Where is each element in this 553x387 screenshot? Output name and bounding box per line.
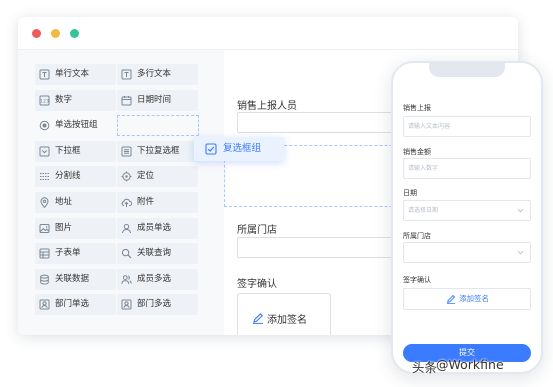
palette-item-member-single[interactable]: 成员单选: [117, 217, 198, 239]
palette-item-number[interactable]: 123 数字: [35, 89, 116, 111]
locate-icon: [121, 171, 132, 182]
dragging-field-checkbox-group[interactable]: 复选框组: [194, 137, 284, 161]
palette-item-label: 下拉复选框: [137, 145, 180, 156]
palette-item-divider[interactable]: 分割线: [35, 166, 116, 188]
mobile-label-sales-amount: 销售金额: [403, 148, 431, 156]
mobile-label-signature: 签字确认: [403, 276, 431, 284]
palette-item-label: 子表单: [55, 248, 81, 259]
palette-item-single-line-text[interactable]: 单行文本: [35, 64, 116, 85]
palette-item-label: 成员多选: [137, 273, 172, 284]
add-signature-button[interactable]: 添加签名: [237, 293, 331, 335]
text-box-icon: [121, 69, 132, 80]
mobile-date-placeholder: 请选择日期: [408, 207, 439, 214]
field-label-store: 所属门店: [237, 225, 277, 236]
palette-item-address[interactable]: 地址: [35, 192, 116, 213]
close-window-button[interactable]: [32, 29, 41, 38]
mobile-label-date: 日期: [403, 189, 417, 197]
calendar-icon: [121, 95, 132, 106]
pen-icon: [253, 313, 263, 324]
user-icon: [122, 223, 131, 233]
mobile-sales-report-input[interactable]: 请输入文本内容: [403, 116, 531, 137]
mobile-label-store: 所属门店: [403, 232, 431, 240]
mobile-preview: 销售上报 请输入文本内容 销售金额 请输入数字 日期 请选择日期 所属门店 签字…: [391, 61, 543, 374]
checkbox-icon: [205, 143, 217, 155]
radio-icon: [39, 120, 50, 131]
palette-item-radio-group[interactable]: 单选按钮组: [35, 115, 116, 136]
palette-item-label: 部门多选: [137, 299, 172, 310]
minimize-window-button[interactable]: [51, 29, 60, 38]
palette-item-dept-single[interactable]: 部门单选: [35, 294, 116, 316]
chevron-down-icon: [517, 208, 524, 213]
palette-item-dropdown[interactable]: 下拉框: [35, 140, 116, 162]
palette-item-subform[interactable]: 子表单: [35, 243, 116, 265]
mobile-label-sales-report: 销售上报: [403, 104, 431, 112]
palette-item-attachment[interactable]: 附件: [117, 192, 198, 213]
field-palette: 单行文本 多行文本 123 数字 日期时间单选按钮组下拉框 下拉复选框分割线 定位地址 附件图…: [18, 50, 224, 335]
palette-item-label: 单行文本: [55, 69, 90, 79]
palette-item-label: 关联查询: [137, 248, 172, 259]
field-label-sales-reporter: 销售上报人员: [237, 101, 297, 112]
mobile-add-signature-button[interactable]: 添加签名: [403, 288, 531, 310]
palette-item-label: 部门单选: [55, 299, 90, 310]
number-icon: 123: [39, 95, 50, 106]
palette-item-linked-data[interactable]: 关联数据: [35, 268, 116, 290]
link-search-icon: [121, 249, 132, 259]
database-icon: [40, 274, 49, 285]
palette-item-label: 多行文本: [137, 69, 172, 79]
mobile-sales-report-placeholder: 请输入文本内容: [408, 123, 451, 130]
cloud-upload-icon: [121, 198, 132, 207]
palette-empty-slot: [117, 115, 199, 137]
maximize-window-button[interactable]: [70, 29, 79, 38]
watermark: 头条 @Workfine: [412, 357, 504, 375]
palette-item-dropdown-multi[interactable]: 下拉复选框: [117, 140, 198, 162]
users-icon: [121, 274, 132, 284]
palette-item-label: 地址: [55, 197, 73, 207]
window-titlebar: [18, 17, 518, 50]
mobile-store-select[interactable]: [403, 242, 531, 263]
chevron-down-icon: [517, 250, 524, 255]
mobile-add-signature-label: 添加签名: [459, 294, 489, 303]
mobile-sales-amount-placeholder: 请输入数字: [408, 165, 439, 172]
field-label-signature: 签字确认: [237, 279, 277, 290]
add-signature-label: 添加签名: [267, 315, 307, 326]
phone-notch: [429, 63, 505, 77]
list-icon: [121, 146, 132, 157]
department-icon: [39, 299, 50, 310]
palette-item-dept-multi[interactable]: 部门多选: [117, 294, 198, 316]
palette-item-label: 日期时间: [137, 94, 172, 105]
palette-item-label: 关联数据: [55, 273, 90, 284]
image-icon: [39, 223, 50, 233]
palette-item-label: 分割线: [55, 171, 81, 182]
palette-item-multi-line-text[interactable]: 多行文本: [117, 64, 198, 85]
svg-text:123: 123: [40, 98, 49, 104]
palette-item-label: 附件: [137, 197, 155, 207]
palette-item-location[interactable]: 定位: [117, 166, 198, 188]
palette-item-label: 单选按钮组: [55, 120, 98, 131]
palette-item-linked-query[interactable]: 关联查询: [117, 243, 198, 265]
palette-item-label: 定位: [137, 171, 155, 182]
map-pin-icon: [40, 197, 49, 208]
palette-item-image[interactable]: 图片: [35, 217, 116, 239]
palette-item-label: 成员单选: [137, 222, 172, 233]
watermark-prefix: 头条: [412, 360, 438, 375]
palette-item-datetime[interactable]: 日期时间: [117, 89, 198, 111]
palette-item-label: 图片: [55, 222, 73, 233]
text-box-icon: [39, 69, 50, 80]
department-icon: [121, 299, 132, 310]
palette-item-label: 下拉框: [55, 145, 81, 156]
divider-icon: [40, 173, 49, 181]
palette-item-member-multi[interactable]: 成员多选: [117, 268, 198, 290]
watermark-handle: @Workfine: [436, 357, 504, 372]
table-icon: [39, 248, 50, 259]
dropdown-icon: [39, 146, 50, 157]
mobile-sales-amount-input[interactable]: 请输入数字: [403, 158, 531, 179]
dragging-field-label: 复选框组: [223, 143, 262, 154]
mobile-date-select[interactable]: 请选择日期: [403, 200, 531, 221]
pen-icon: [446, 294, 456, 304]
palette-item-label: 数字: [55, 94, 73, 105]
